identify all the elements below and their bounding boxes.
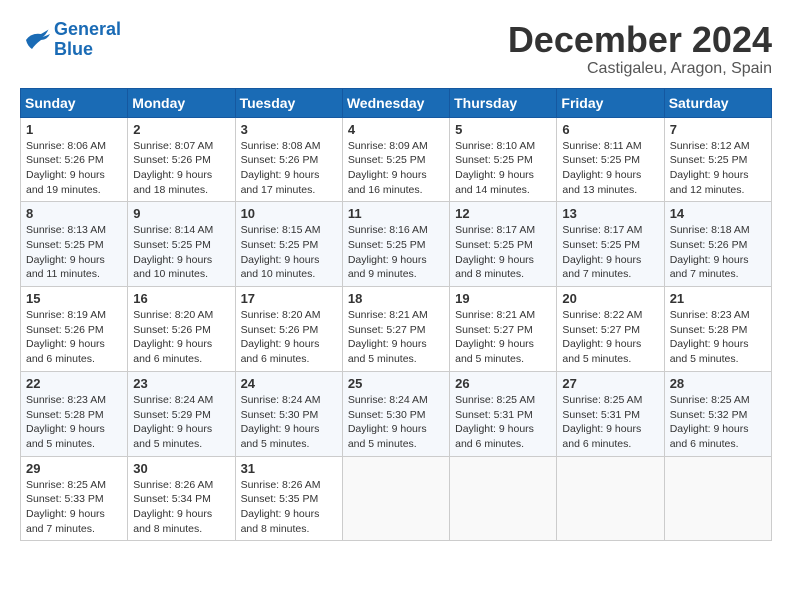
header-thursday: Thursday [450, 88, 557, 117]
calendar-cell-8: 8Sunrise: 8:13 AMSunset: 5:25 PMDaylight… [21, 202, 128, 287]
calendar-cell-10: 10Sunrise: 8:15 AMSunset: 5:25 PMDayligh… [235, 202, 342, 287]
calendar-cell-28: 28Sunrise: 8:25 AMSunset: 5:32 PMDayligh… [664, 371, 771, 456]
header-wednesday: Wednesday [342, 88, 449, 117]
logo: General Blue [20, 20, 121, 60]
calendar-header-row: Sunday Monday Tuesday Wednesday Thursday… [21, 88, 772, 117]
calendar-week-5: 29Sunrise: 8:25 AMSunset: 5:33 PMDayligh… [21, 456, 772, 541]
calendar-cell-31: 31Sunrise: 8:26 AMSunset: 5:35 PMDayligh… [235, 456, 342, 541]
calendar-table: Sunday Monday Tuesday Wednesday Thursday… [20, 88, 772, 542]
calendar-cell-18: 18Sunrise: 8:21 AMSunset: 5:27 PMDayligh… [342, 287, 449, 372]
calendar-cell-26: 26Sunrise: 8:25 AMSunset: 5:31 PMDayligh… [450, 371, 557, 456]
calendar-cell-3: 3Sunrise: 8:08 AMSunset: 5:26 PMDaylight… [235, 117, 342, 202]
calendar-cell-14: 14Sunrise: 8:18 AMSunset: 5:26 PMDayligh… [664, 202, 771, 287]
location-title: Castigaleu, Aragon, Spain [508, 60, 772, 78]
calendar-week-1: 1Sunrise: 8:06 AMSunset: 5:26 PMDaylight… [21, 117, 772, 202]
logo-icon [20, 28, 50, 52]
calendar-cell-9: 9Sunrise: 8:14 AMSunset: 5:25 PMDaylight… [128, 202, 235, 287]
calendar-cell-11: 11Sunrise: 8:16 AMSunset: 5:25 PMDayligh… [342, 202, 449, 287]
calendar-cell-1: 1Sunrise: 8:06 AMSunset: 5:26 PMDaylight… [21, 117, 128, 202]
calendar-cell-22: 22Sunrise: 8:23 AMSunset: 5:28 PMDayligh… [21, 371, 128, 456]
calendar-cell-23: 23Sunrise: 8:24 AMSunset: 5:29 PMDayligh… [128, 371, 235, 456]
calendar-cell-6: 6Sunrise: 8:11 AMSunset: 5:25 PMDaylight… [557, 117, 664, 202]
calendar-cell-30: 30Sunrise: 8:26 AMSunset: 5:34 PMDayligh… [128, 456, 235, 541]
header-saturday: Saturday [664, 88, 771, 117]
calendar-cell-20: 20Sunrise: 8:22 AMSunset: 5:27 PMDayligh… [557, 287, 664, 372]
calendar-cell-empty [342, 456, 449, 541]
calendar-cell-24: 24Sunrise: 8:24 AMSunset: 5:30 PMDayligh… [235, 371, 342, 456]
calendar-week-2: 8Sunrise: 8:13 AMSunset: 5:25 PMDaylight… [21, 202, 772, 287]
header-sunday: Sunday [21, 88, 128, 117]
calendar-cell-25: 25Sunrise: 8:24 AMSunset: 5:30 PMDayligh… [342, 371, 449, 456]
calendar-week-3: 15Sunrise: 8:19 AMSunset: 5:26 PMDayligh… [21, 287, 772, 372]
calendar-cell-16: 16Sunrise: 8:20 AMSunset: 5:26 PMDayligh… [128, 287, 235, 372]
title-area: December 2024 Castigaleu, Aragon, Spain [508, 20, 772, 78]
calendar-cell-4: 4Sunrise: 8:09 AMSunset: 5:25 PMDaylight… [342, 117, 449, 202]
calendar-cell-19: 19Sunrise: 8:21 AMSunset: 5:27 PMDayligh… [450, 287, 557, 372]
calendar-cell-empty [557, 456, 664, 541]
calendar-cell-empty [450, 456, 557, 541]
calendar-cell-29: 29Sunrise: 8:25 AMSunset: 5:33 PMDayligh… [21, 456, 128, 541]
header-monday: Monday [128, 88, 235, 117]
calendar-cell-13: 13Sunrise: 8:17 AMSunset: 5:25 PMDayligh… [557, 202, 664, 287]
calendar-cell-7: 7Sunrise: 8:12 AMSunset: 5:25 PMDaylight… [664, 117, 771, 202]
calendar-cell-2: 2Sunrise: 8:07 AMSunset: 5:26 PMDaylight… [128, 117, 235, 202]
calendar-cell-12: 12Sunrise: 8:17 AMSunset: 5:25 PMDayligh… [450, 202, 557, 287]
calendar-cell-21: 21Sunrise: 8:23 AMSunset: 5:28 PMDayligh… [664, 287, 771, 372]
logo-text: General Blue [54, 20, 121, 60]
header-friday: Friday [557, 88, 664, 117]
calendar-cell-27: 27Sunrise: 8:25 AMSunset: 5:31 PMDayligh… [557, 371, 664, 456]
calendar-cell-5: 5Sunrise: 8:10 AMSunset: 5:25 PMDaylight… [450, 117, 557, 202]
calendar-week-4: 22Sunrise: 8:23 AMSunset: 5:28 PMDayligh… [21, 371, 772, 456]
calendar-cell-15: 15Sunrise: 8:19 AMSunset: 5:26 PMDayligh… [21, 287, 128, 372]
page-header: General Blue December 2024 Castigaleu, A… [20, 20, 772, 78]
calendar-cell-empty [664, 456, 771, 541]
month-title: December 2024 [508, 20, 772, 60]
header-tuesday: Tuesday [235, 88, 342, 117]
calendar-cell-17: 17Sunrise: 8:20 AMSunset: 5:26 PMDayligh… [235, 287, 342, 372]
